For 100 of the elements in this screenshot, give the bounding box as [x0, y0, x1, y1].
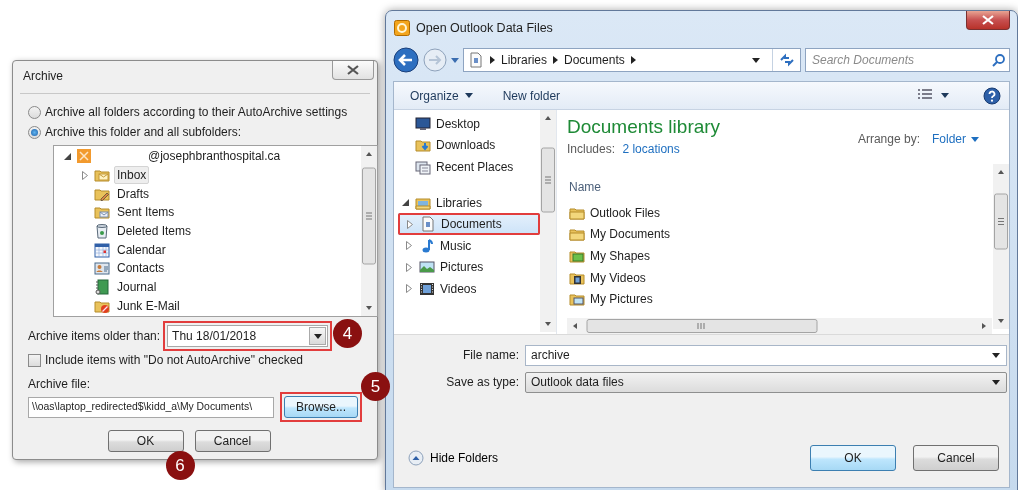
nav-item[interactable]: Recent Places	[394, 156, 540, 178]
tree-item[interactable]: Sent Items	[114, 203, 178, 222]
caret-icon	[752, 58, 760, 64]
step-number-badge: 4	[333, 319, 363, 348]
breadcrumb-item[interactable]: Documents	[564, 51, 625, 69]
close-button[interactable]	[966, 11, 1010, 30]
tree-item[interactable]: Junk E-Mail	[114, 296, 183, 315]
dialog-button[interactable]: Cancel	[913, 445, 999, 471]
shapes-folder-icon	[569, 248, 585, 264]
nav-item[interactable]: Music	[398, 234, 540, 257]
search-field[interactable]: Search Documents	[805, 48, 1010, 72]
radio-button[interactable]	[28, 105, 41, 119]
expand-arrow-icon	[407, 219, 413, 229]
collapse-up-icon	[408, 450, 424, 466]
nav-item[interactable]: Desktop	[394, 113, 540, 135]
radio-button[interactable]	[28, 125, 41, 139]
toolbar-button[interactable]: New folder	[502, 86, 561, 105]
file-item[interactable]: My Pictures	[590, 290, 653, 309]
locations-link[interactable]: 2 locations	[622, 142, 680, 156]
step-number-badge: 6	[165, 451, 195, 480]
file-path-field[interactable]: \\oas\laptop_redirected$\kidd_a\My Documents\	[28, 396, 274, 418]
contact-card-icon	[94, 260, 110, 277]
trash-icon	[94, 223, 110, 240]
file-type-dropdown[interactable]: Outlook data files	[525, 371, 1007, 393]
radio-label: Archive all folders according to their AutoArchive settings	[45, 104, 348, 121]
breadcrumb-item[interactable]: Libraries	[501, 51, 548, 69]
tree-item[interactable]: Contacts	[114, 259, 168, 278]
caret-icon	[992, 353, 1000, 359]
dialog-button[interactable]: OK	[107, 430, 184, 452]
browse-button[interactable]: Browse...	[284, 396, 358, 418]
expand-arrow-icon	[406, 241, 412, 251]
nav-item[interactable]: Libraries	[394, 191, 540, 214]
refresh-icon	[778, 53, 795, 67]
breadcrumb-arrow-icon	[553, 56, 559, 64]
help-icon	[983, 86, 1001, 105]
tree-item[interactable]: Drafts	[114, 184, 152, 203]
nav-item[interactable]: Pictures	[398, 256, 540, 279]
address-bar[interactable]: Libraries Documents	[463, 48, 801, 72]
field-label: Archive items older than:	[28, 328, 161, 345]
document-icon	[468, 52, 484, 68]
tree-item[interactable]: Inbox	[114, 166, 150, 185]
toolbar-button[interactable]: Organize	[410, 86, 473, 105]
recent-places-icon	[415, 159, 431, 175]
radio-label: Archive this folder and all subfolders:	[45, 124, 242, 141]
tree-item[interactable]: Journal	[114, 278, 160, 297]
close-icon	[982, 15, 994, 25]
collapse-arrow-icon	[401, 199, 409, 207]
film-icon	[419, 280, 435, 297]
picture-folder-icon	[569, 291, 585, 308]
arrange-label: Arrange by:	[857, 131, 920, 148]
folder-icon	[569, 226, 585, 243]
field-label: Archive file:	[28, 377, 91, 391]
includes-label: Includes:	[567, 142, 616, 156]
dialog-button[interactable]: Cancel	[194, 430, 271, 452]
calendar-icon	[94, 241, 110, 258]
date-dropdown[interactable]: Thu 18/01/2018	[167, 325, 329, 347]
file-item[interactable]: My Documents	[590, 225, 671, 244]
file-item[interactable]: My Videos	[590, 268, 646, 287]
hide-folders-button[interactable]: Hide Folders	[408, 449, 499, 467]
arrange-dropdown[interactable]: Folder	[932, 130, 979, 148]
scrollbar[interactable]	[993, 164, 1009, 329]
nav-item[interactable]: Documents	[398, 213, 540, 235]
breadcrumb-arrow-icon	[490, 56, 495, 64]
notebook-icon	[94, 279, 110, 296]
file-item[interactable]: Outlook Files	[590, 203, 661, 222]
caret-icon	[313, 333, 322, 339]
tree-item[interactable]: @josephbranthospital.ca	[96, 147, 281, 166]
nav-item[interactable]: Videos	[398, 278, 540, 300]
window-title: Open Outlook Data Files	[416, 19, 553, 37]
checkbox[interactable]	[28, 353, 41, 367]
scrollbar[interactable]	[567, 317, 992, 334]
close-button[interactable]	[332, 61, 374, 80]
column-header[interactable]: Name	[567, 178, 601, 196]
help-button[interactable]	[983, 86, 1001, 105]
file-name-field[interactable]: archive	[525, 344, 1007, 366]
mail-folder-icon	[94, 204, 110, 221]
tree-item[interactable]: Deleted Items	[114, 222, 195, 241]
file-item[interactable]: My Shapes	[590, 247, 651, 265]
library-title: Documents library	[567, 116, 721, 138]
step-number-badge: 5	[361, 372, 390, 401]
caret-icon	[971, 136, 979, 142]
breadcrumb-arrow-icon	[630, 56, 636, 64]
scrollbar[interactable]	[540, 110, 556, 332]
expand-arrow-icon	[406, 284, 412, 294]
expand-arrow-icon	[82, 170, 88, 180]
caret-icon	[464, 93, 473, 98]
caret-icon	[941, 93, 949, 98]
window-title: Archive	[23, 68, 63, 85]
expand-arrow-icon	[406, 262, 412, 272]
monitor-icon	[415, 115, 431, 132]
caret-icon	[451, 58, 459, 64]
search-icon	[992, 54, 1005, 67]
picture-icon	[419, 259, 435, 276]
field-label: File name:	[461, 347, 520, 364]
document-icon	[420, 216, 436, 233]
back-button[interactable]	[393, 47, 419, 73]
nav-item[interactable]: Downloads	[394, 134, 540, 157]
scrollbar[interactable]	[361, 146, 377, 316]
dialog-button[interactable]: OK	[810, 445, 896, 471]
tree-item[interactable]: Calendar	[114, 240, 169, 259]
